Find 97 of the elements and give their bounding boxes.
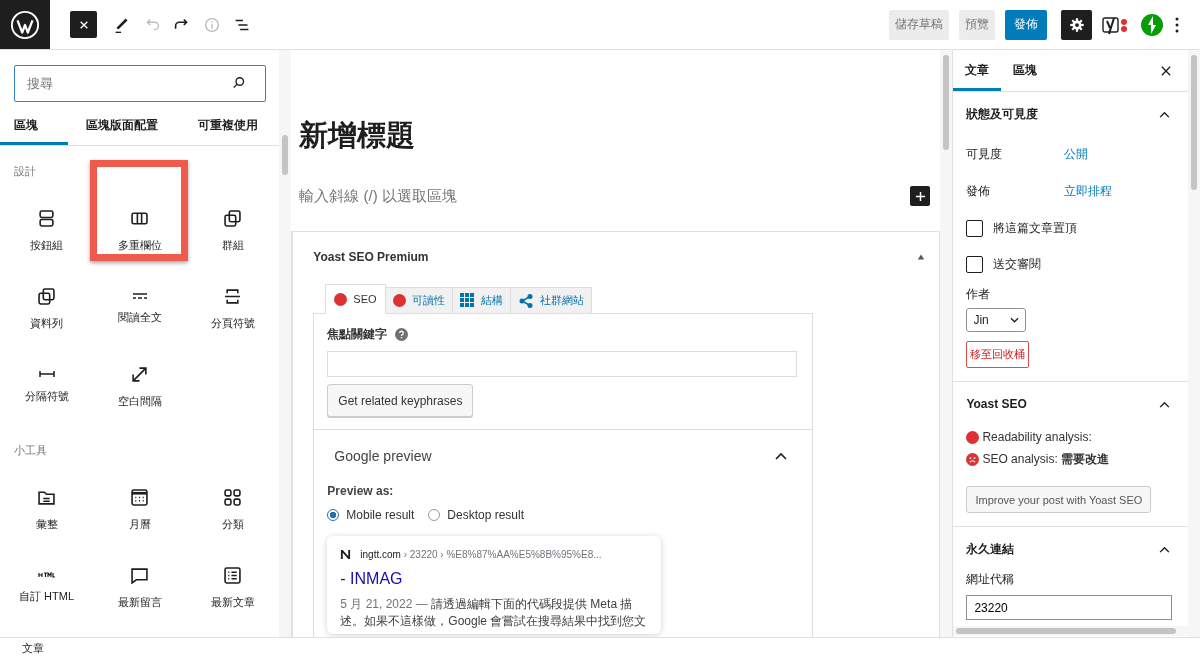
collapse-icon[interactable] <box>917 253 926 261</box>
search-field[interactable]: 搜尋 <box>14 65 267 102</box>
close-icon[interactable] <box>1161 65 1171 76</box>
block-placeholder[interactable]: 輸入斜線 (/) 以選取區塊 <box>299 186 457 206</box>
post-title-field[interactable]: 新增標題 <box>299 116 941 156</box>
seo-tab[interactable]: 結構 <box>451 287 511 314</box>
block-item[interactable]: 空白間隔 <box>93 349 186 425</box>
inserter-tab[interactable]: 可重複使用 <box>176 108 280 145</box>
keyphrase-input[interactable] <box>327 351 798 377</box>
plus-icon <box>914 190 926 202</box>
block-item[interactable]: 自訂 HTML <box>0 550 93 626</box>
calendar-icon <box>131 488 148 506</box>
more-icon <box>131 293 148 299</box>
block-item[interactable]: 彙整 <box>0 472 93 548</box>
result-title[interactable]: - INMAG <box>340 570 649 588</box>
checkbox-option[interactable]: 將這篇文章置頂 <box>966 210 1175 246</box>
categories-icon <box>224 488 241 506</box>
result-description: 5 月 21, 2022 — 請透過編輯下面的代碼段提供 Meta 描述。如果不這樣做，Google 會嘗試在搜尋結果中找到您文 <box>340 596 648 630</box>
field-label: 可見度 <box>966 146 1004 163</box>
section-title: Google preview <box>334 448 432 464</box>
chevron-icon[interactable] <box>1159 110 1170 118</box>
sidebar-tab[interactable]: 文章 <box>953 50 1002 91</box>
group-icon <box>224 209 241 227</box>
publish-button[interactable]: 發佈 <box>1005 9 1047 40</box>
setting-link[interactable]: 立即排程 <box>1064 183 1113 200</box>
inserter-tab[interactable]: 區塊 <box>0 108 68 145</box>
breadcrumb[interactable]: 文章 <box>22 640 44 656</box>
seo-tab[interactable]: 社群網站 <box>509 287 592 314</box>
bolt-icon[interactable] <box>1140 12 1164 37</box>
block-item[interactable]: 分類 <box>186 472 279 548</box>
gear-icon <box>1067 15 1086 34</box>
help-icon[interactable] <box>395 328 409 341</box>
panel-title: Yoast SEO Premium <box>313 250 429 264</box>
html-icon <box>37 572 56 578</box>
comment-icon <box>131 566 148 584</box>
author-select[interactable]: Jin <box>966 308 1027 332</box>
inserter-tab[interactable]: 區塊版面配置 <box>68 108 176 145</box>
block-item[interactable]: 月曆 <box>93 472 186 548</box>
sidebar-tab[interactable]: 區塊 <box>1001 50 1050 91</box>
pagebreak-icon <box>224 287 241 305</box>
site-icon <box>340 549 352 560</box>
related-keyphrases-button[interactable]: Get related keyphrases <box>327 384 474 417</box>
block-item[interactable]: 分隔符號 <box>0 349 93 425</box>
share-icon <box>517 292 534 309</box>
wordpress-logo[interactable] <box>0 0 50 49</box>
columns-icon <box>131 209 148 227</box>
section-heading: 小工具 <box>13 443 48 458</box>
block-item[interactable]: 分頁符號 <box>186 271 279 347</box>
field-label: 網址代稱 <box>966 571 1016 588</box>
radio-option[interactable]: Desktop result <box>428 508 525 522</box>
breadcrumb: ingtt.com › 23220 › %E8%87%AA%E5%8B%95%E8... <box>360 549 602 560</box>
field-label: 作者 <box>966 286 992 303</box>
checkbox-option[interactable]: 送交審閱 <box>966 246 1175 282</box>
block-item[interactable]: 按鈕組 <box>0 193 93 269</box>
chevron-down-icon <box>1010 317 1020 323</box>
grid-icon <box>459 293 475 308</box>
settings-button[interactable] <box>1061 9 1092 40</box>
posts-icon <box>224 566 241 584</box>
field-label: Preview as: <box>327 484 395 498</box>
block-item[interactable]: 最新留言 <box>93 550 186 626</box>
save-draft-button[interactable]: 儲存草稿 <box>889 9 949 40</box>
block-item[interactable]: 群組 <box>186 193 279 269</box>
chevron-icon[interactable] <box>1159 545 1170 553</box>
panel-title: Yoast SEO <box>966 397 1027 411</box>
scrollbar-thumb[interactable] <box>956 628 1177 634</box>
spacer-icon <box>131 365 148 383</box>
add-block-button[interactable] <box>910 186 931 206</box>
field-label: 發佈 <box>966 183 992 200</box>
archive-icon <box>38 488 55 506</box>
block-item[interactable]: 最新文章 <box>186 550 279 626</box>
analysis-status: SEO analysis: 需要改進 <box>982 450 1110 468</box>
preview-button[interactable]: 預覽 <box>959 9 995 40</box>
chevron-icon[interactable] <box>775 452 788 460</box>
slug-input[interactable]: 23220 <box>966 595 1173 620</box>
seo-tab[interactable]: SEO <box>325 284 386 314</box>
scrollbar-thumb[interactable] <box>943 55 950 150</box>
scrollbar-thumb[interactable] <box>282 135 289 175</box>
group-icon <box>38 287 55 305</box>
close-inserter-button[interactable] <box>70 11 97 38</box>
seo-tab[interactable]: 可讀性 <box>384 287 453 314</box>
panel-title: 永久連結 <box>966 540 1015 558</box>
trash-button[interactable]: 移至回收桶 <box>966 341 1030 368</box>
section-heading: 設計 <box>13 164 37 179</box>
scrollbar-thumb[interactable] <box>1191 55 1197 190</box>
chevron-icon[interactable] <box>1159 400 1170 408</box>
block-item[interactable]: 多重欄位 <box>93 193 186 269</box>
setting-link[interactable]: 公開 <box>1064 146 1089 163</box>
buttons-icon <box>38 209 55 227</box>
separator-icon <box>38 370 55 378</box>
radio-option[interactable]: Mobile result <box>327 508 415 522</box>
block-item[interactable]: 資料列 <box>0 271 93 347</box>
field-label: 焦點關鍵字 <box>327 326 388 343</box>
block-item[interactable]: 閱讀全文 <box>93 271 186 347</box>
improve-post-button[interactable]: Improve your post with Yoast SEO <box>966 486 1152 513</box>
panel-title: 狀態及可見度 <box>966 105 1039 123</box>
close-icon <box>78 19 89 30</box>
analysis-status: Readability analysis: <box>982 430 1092 444</box>
